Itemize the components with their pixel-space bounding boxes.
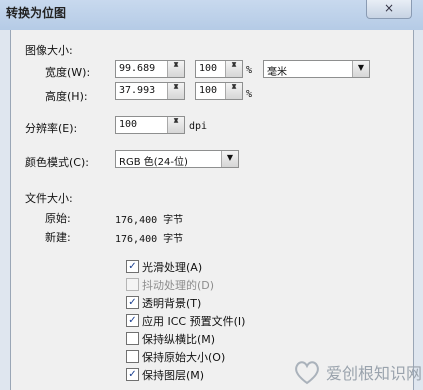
height-percent-arrows-icon[interactable]: ▲ ▼ <box>225 83 242 99</box>
file-size-heading: 文件大小: <box>25 192 73 205</box>
height-percent-value: 100 <box>199 85 218 96</box>
keep-layers-label: 保持图层(M) <box>142 369 205 382</box>
height-spin-arrows-icon[interactable]: ▲ ▼ <box>167 83 184 99</box>
width-spin[interactable]: 99.689 ▲ ▼ <box>115 60 185 78</box>
width-label: 宽度(W): <box>45 66 91 79</box>
watermark-text: 爱创根知识网 <box>326 364 423 383</box>
keep-original-size-label: 保持原始大小(O) <box>142 351 226 364</box>
apply-icc-checkbox[interactable]: ✓ <box>126 314 139 327</box>
resolution-arrows-icon[interactable]: ▲ ▼ <box>167 117 184 133</box>
dithering-label: 抖动处理的(D) <box>142 279 215 292</box>
height-percent-unit: % <box>246 89 253 100</box>
width-percent-spin[interactable]: 100 ▲ ▼ <box>195 60 243 78</box>
close-button[interactable]: × <box>366 0 412 19</box>
transparent-background-label: 透明背景(T) <box>142 297 202 310</box>
chevron-down-icon[interactable]: ▼ <box>352 61 369 77</box>
height-label: 高度(H): <box>45 90 88 103</box>
keep-aspect-checkbox[interactable] <box>126 332 139 345</box>
watermark-heart-icon <box>295 361 319 385</box>
title-bar[interactable]: 转换为位图 × <box>0 0 423 30</box>
new-size-label: 新建: <box>45 231 71 244</box>
window-title: 转换为位图 <box>6 6 67 20</box>
resolution-label: 分辨率(E): <box>25 122 78 135</box>
width-spin-arrows-icon[interactable]: ▲ ▼ <box>167 61 184 77</box>
smoothing-checkbox[interactable]: ✓ <box>126 260 139 273</box>
width-value: 99.689 <box>119 63 156 74</box>
chevron-down-icon[interactable]: ▼ <box>221 151 238 167</box>
resolution-unit: dpi <box>189 121 208 132</box>
dialog-client-area: 图像大小: 宽度(W): 99.689 ▲ ▼ 100 ▲ ▼ % 毫米 ▼ 高度(… <box>10 30 414 390</box>
width-percent-arrows-icon[interactable]: ▲ ▼ <box>225 61 242 77</box>
keep-original-size-checkbox[interactable] <box>126 350 139 363</box>
unit-value: 毫米 <box>267 67 287 78</box>
height-spin[interactable]: 37.993 ▲ ▼ <box>115 82 185 100</box>
keep-layers-checkbox[interactable]: ✓ <box>126 368 139 381</box>
resolution-value: 100 <box>119 119 138 130</box>
transparent-background-checkbox[interactable]: ✓ <box>126 296 139 309</box>
close-icon: × <box>383 1 395 15</box>
watermark-logo: 爱创根知识网 <box>292 358 422 388</box>
new-size-value: 176,400 字节 <box>115 234 184 245</box>
dithering-checkbox <box>126 278 139 291</box>
color-mode-label: 颜色模式(C): <box>25 156 89 169</box>
original-size-value: 176,400 字节 <box>115 215 184 226</box>
resolution-spin[interactable]: 100 ▲ ▼ <box>115 116 185 134</box>
smoothing-label: 光滑处理(A) <box>142 261 203 274</box>
original-size-label: 原始: <box>45 212 71 225</box>
height-percent-spin[interactable]: 100 ▲ ▼ <box>195 82 243 100</box>
width-percent-unit: % <box>246 65 253 76</box>
height-value: 37.993 <box>119 85 156 96</box>
width-percent-value: 100 <box>199 63 218 74</box>
unit-select[interactable]: 毫米 ▼ <box>263 60 370 78</box>
keep-aspect-label: 保持纵横比(M) <box>142 333 216 346</box>
apply-icc-label: 应用 ICC 预置文件(I) <box>142 315 246 328</box>
color-mode-value: RGB 色(24-位) <box>119 157 188 168</box>
image-size-heading: 图像大小: <box>25 44 73 57</box>
color-mode-select[interactable]: RGB 色(24-位) ▼ <box>115 150 239 168</box>
